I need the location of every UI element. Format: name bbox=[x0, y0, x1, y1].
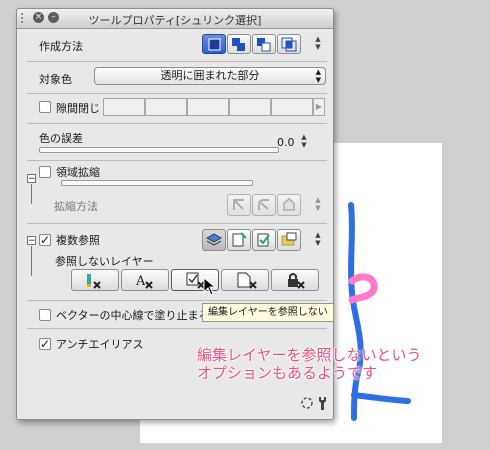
ref-all-layers-button[interactable] bbox=[202, 229, 226, 251]
color-tolerance-slider[interactable] bbox=[39, 147, 279, 153]
antialias-checkbox[interactable]: ✓ bbox=[39, 338, 51, 350]
wrench-icon[interactable] bbox=[316, 395, 330, 411]
gap-close-checkbox[interactable] bbox=[39, 101, 51, 113]
creation-method-label: 作成方法 bbox=[39, 40, 83, 53]
gap-level-3[interactable] bbox=[187, 98, 229, 116]
round-corner-icon bbox=[258, 199, 269, 210]
svg-text:A: A bbox=[135, 274, 146, 289]
separator bbox=[27, 160, 327, 161]
exclude-paper-layer-button[interactable] bbox=[221, 269, 269, 291]
selected-layer-icon bbox=[257, 233, 270, 247]
folder-layer-icon bbox=[281, 232, 297, 246]
chevron-updown-icon: ▲ ▼ bbox=[315, 68, 321, 84]
gap-level-1[interactable] bbox=[103, 98, 145, 116]
expand-method-square-button[interactable] bbox=[227, 194, 251, 216]
exclude-draft-layer-button[interactable] bbox=[71, 269, 119, 291]
separator bbox=[27, 300, 327, 301]
color-tolerance-spinner[interactable]: ▲ ▼ bbox=[299, 133, 309, 151]
panel-titlebar[interactable]: × – ツールプロパティ[シュリンク選択] bbox=[17, 9, 333, 29]
tree-line bbox=[31, 184, 32, 204]
paper-layer-excluded-icon bbox=[237, 272, 257, 289]
expand-method-color-button[interactable] bbox=[277, 194, 301, 216]
creation-method-spinner[interactable]: ▲ ▼ bbox=[313, 35, 323, 53]
gap-level-4[interactable] bbox=[229, 98, 271, 116]
area-expand-slider[interactable] bbox=[61, 180, 253, 186]
reference-layer-icon bbox=[232, 232, 247, 247]
gap-level-2[interactable] bbox=[145, 98, 187, 116]
creation-method-new-button[interactable] bbox=[202, 34, 226, 54]
area-expand-checkbox[interactable] bbox=[39, 166, 51, 178]
antialias-label: アンチエイリアス bbox=[56, 338, 144, 351]
multi-ref-spinner[interactable]: ▲ ▼ bbox=[313, 231, 323, 249]
area-expand-label: 領域拡縮 bbox=[56, 166, 100, 179]
creation-method-intersect-button[interactable] bbox=[277, 34, 301, 54]
ref-selected-layer-button[interactable] bbox=[252, 229, 276, 251]
panel-title: ツールプロパティ[シュリンク選択] bbox=[88, 14, 262, 27]
separator bbox=[27, 223, 327, 224]
new-selection-icon bbox=[208, 38, 221, 51]
all-layers-icon bbox=[206, 233, 222, 246]
ref-reference-layer-button[interactable] bbox=[227, 229, 251, 251]
gap-close-label: 隙間閉じ bbox=[56, 102, 100, 115]
exclude-locked-layer-button[interactable] bbox=[271, 269, 319, 291]
lock-excluded-icon bbox=[288, 273, 305, 289]
expand-method-spinner[interactable]: ▲ ▼ bbox=[313, 196, 323, 214]
mouse-cursor-icon bbox=[203, 277, 217, 296]
intersect-selection-icon bbox=[281, 37, 297, 52]
square-corner-icon bbox=[233, 199, 244, 210]
annotation-line-2: オプションもあるようです bbox=[197, 364, 378, 382]
color-expand-icon bbox=[283, 198, 295, 211]
creation-method-subtract-button[interactable] bbox=[252, 34, 276, 54]
exclude-text-layer-button[interactable]: A bbox=[121, 269, 169, 291]
separator bbox=[27, 61, 327, 62]
ref-folder-layer-button[interactable] bbox=[277, 229, 301, 251]
multi-ref-checkbox[interactable]: ✓ bbox=[39, 234, 51, 246]
target-color-select[interactable]: 透明に囲まれた部分 ▲ ▼ bbox=[94, 67, 326, 85]
area-expand-collapse-icon[interactable]: − bbox=[27, 174, 36, 184]
vector-center-label: ベクターの中心線で塗り止まる bbox=[56, 309, 210, 322]
text-layer-excluded-icon: A bbox=[135, 274, 153, 289]
add-selection-icon bbox=[232, 38, 245, 51]
color-tolerance-label: 色の誤差 bbox=[39, 132, 83, 145]
multi-ref-collapse-icon[interactable]: − bbox=[27, 236, 36, 246]
draft-layer-excluded-icon bbox=[87, 274, 101, 289]
tooltip: 編集レイヤーを参照しない bbox=[202, 303, 334, 322]
separator bbox=[27, 328, 327, 329]
subtract-selection-icon bbox=[257, 38, 271, 52]
target-color-label: 対象色 bbox=[39, 73, 72, 86]
creation-method-add-button[interactable] bbox=[227, 34, 251, 54]
gap-next-arrow-icon[interactable]: ▶ bbox=[313, 98, 325, 116]
expand-method-label: 拡縮方法 bbox=[54, 200, 98, 213]
reset-icon[interactable] bbox=[300, 396, 314, 410]
color-tolerance-value: 0.0 bbox=[277, 136, 295, 149]
annotation-line-1: 編集レイヤーを参照しないという bbox=[197, 346, 422, 364]
tree-line bbox=[31, 246, 32, 276]
vector-center-checkbox[interactable] bbox=[39, 309, 51, 321]
separator bbox=[27, 123, 327, 124]
target-color-value: 透明に囲まれた部分 bbox=[160, 69, 260, 82]
expand-method-round-button[interactable] bbox=[252, 194, 276, 216]
not-ref-layer-label: 参照しないレイヤー bbox=[55, 255, 154, 268]
annotation-text: 編集レイヤーを参照しないという オプションもあるようです bbox=[197, 346, 422, 382]
gap-level-5[interactable] bbox=[271, 98, 313, 116]
multi-ref-label: 複数参照 bbox=[56, 234, 100, 247]
separator bbox=[27, 93, 327, 94]
